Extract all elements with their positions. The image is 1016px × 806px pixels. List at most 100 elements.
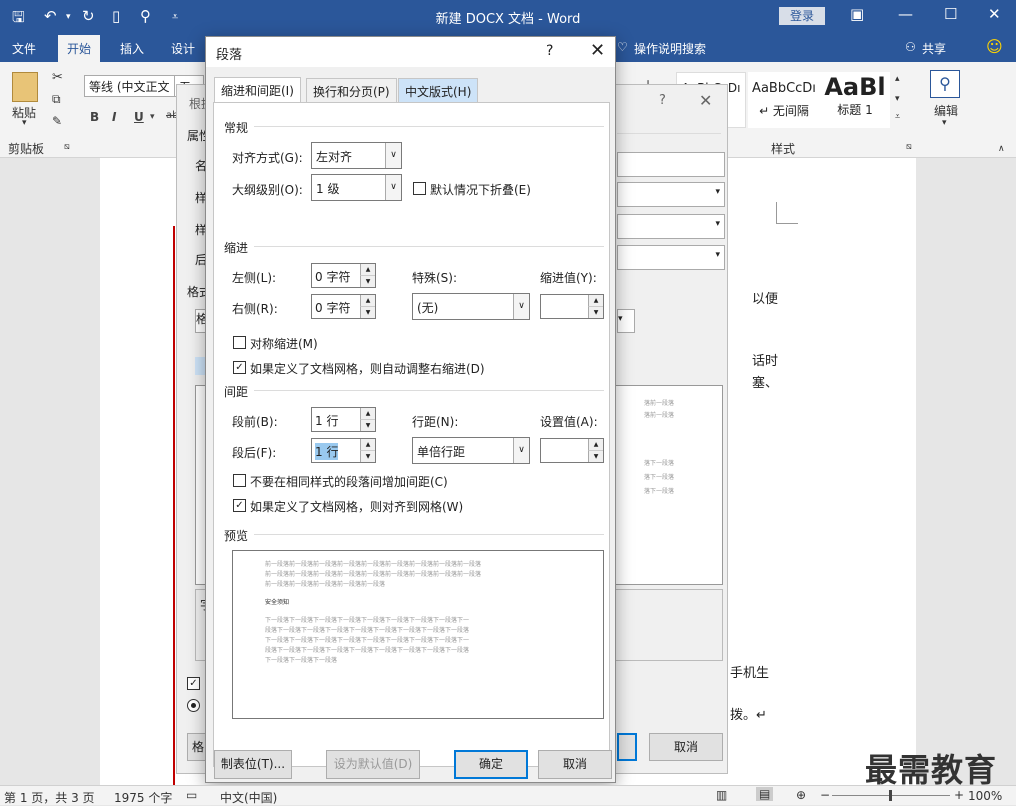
zoom-slider-thumb[interactable] (889, 790, 892, 801)
spin-down-icon[interactable]: ▼ (588, 306, 603, 318)
edit-dropdown-icon[interactable]: ▾ (942, 118, 947, 128)
ribbon-display-icon[interactable]: ▣ (850, 5, 864, 23)
print-layout-icon[interactable]: ▤ (756, 787, 774, 801)
maximize-icon[interactable]: ☐ (944, 5, 957, 23)
spin-down-icon[interactable]: ▼ (360, 275, 375, 287)
language[interactable]: 中文(中国) (220, 789, 277, 806)
tab-asian-typography[interactable]: 中文版式(H) (398, 78, 479, 102)
styles-scroll-up-icon[interactable]: ▴ (895, 74, 900, 84)
close-icon[interactable]: ✕ (988, 5, 1001, 23)
doc-text-line: 拨。↵ (730, 708, 767, 723)
ok-button[interactable]: 确定 (454, 750, 528, 779)
collapse-ribbon-icon[interactable]: ∧ (998, 144, 1005, 154)
tell-me-search[interactable]: 操作说明搜索 (634, 40, 706, 57)
help-icon[interactable]: ? (546, 43, 553, 59)
web-layout-icon[interactable]: ⊕ (796, 788, 806, 802)
italic-icon[interactable]: I (112, 110, 116, 124)
cancel-button[interactable]: 取消 (538, 750, 612, 779)
share-button[interactable]: 共享 (922, 40, 946, 57)
collapse-checkbox[interactable] (413, 182, 426, 195)
styles-scroll-down-icon[interactable]: ▾ (895, 94, 900, 104)
zoom-out-icon[interactable]: − (820, 788, 830, 802)
proofing-icon[interactable]: ▭ (186, 788, 197, 802)
cut-icon[interactable]: ✂ (52, 70, 63, 85)
indent-left-spinner[interactable]: 0 字符 ▲ ▼ (311, 263, 376, 288)
tab-insert[interactable]: 插入 (120, 40, 144, 57)
tab-indents-spacing[interactable]: 缩进和间距(I) (214, 77, 301, 103)
bg-type-select[interactable]: ▾ (617, 182, 725, 207)
spacing-at-label: 设置值(A): (540, 415, 598, 429)
outline-level-label: 大纲级别(O): (232, 183, 303, 197)
no-space-same-style-checkbox[interactable] (233, 474, 246, 487)
style-no-spacing[interactable]: AaBbCcDı ↵ 无间隔 (748, 72, 820, 128)
spin-down-icon[interactable]: ▼ (360, 450, 375, 462)
underline-icon[interactable]: U (134, 110, 144, 124)
bg-base-select[interactable]: ▾ (617, 214, 725, 239)
tab-line-page-breaks[interactable]: 换行和分页(P) (306, 78, 397, 102)
styles-more-icon[interactable]: ⩡ (895, 112, 900, 122)
find-icon[interactable]: ⚲ (930, 70, 960, 98)
bg-help-icon[interactable]: ? (659, 93, 666, 108)
bg-preview-line: 落下一段落 (644, 488, 675, 495)
style-heading-1[interactable]: AaBl 标题 1 (820, 72, 890, 128)
word-count[interactable]: 1975 个字 (114, 789, 172, 806)
smiley-icon[interactable]: ☺ (986, 37, 1003, 56)
minimize-icon[interactable]: — (898, 5, 913, 23)
space-after-label: 段后(F): (232, 446, 277, 460)
bg-font-size-select[interactable]: ▾ (617, 309, 635, 333)
revision-bar (173, 226, 175, 785)
copy-icon[interactable]: ⧉ (52, 92, 61, 107)
bg-ok-button[interactable] (617, 733, 637, 761)
spin-down-icon[interactable]: ▼ (588, 450, 603, 462)
tab-home[interactable]: 开始 (58, 35, 101, 62)
bg-close-icon[interactable]: ✕ (699, 91, 712, 110)
indent-by-spinner[interactable]: ▲ ▼ (540, 294, 604, 319)
special-select[interactable]: (无) ∨ (412, 293, 530, 320)
clipboard-launcher-icon[interactable]: ⧅ (64, 142, 70, 152)
page-count[interactable]: 第 1 页，共 3 页 (4, 789, 95, 806)
space-before-spinner[interactable]: 1 行 ▲ ▼ (311, 407, 376, 432)
dialog-close-icon[interactable]: ✕ (590, 40, 605, 61)
outline-level-select[interactable]: 1 级 ∨ (311, 174, 402, 201)
bg-name-field[interactable] (617, 152, 725, 177)
paste-dropdown-icon[interactable]: ▾ (22, 118, 27, 128)
line-spacing-select[interactable]: 单倍行距 ∨ (412, 437, 530, 464)
font-name-combo[interactable]: 等线 (中文正文 (84, 75, 176, 97)
bg-cancel-button[interactable]: 取消 (649, 733, 723, 761)
bg-radio[interactable] (187, 699, 200, 712)
special-label: 特殊(S): (412, 271, 458, 285)
title-bar: 🖫 ↶ ▾ ↻ ▯ ⚲ ⩡ 新建 DOCX 文档 - Word 登录 ▣ — ☐… (0, 0, 1016, 32)
spacing-at-spinner[interactable]: ▲ ▼ (540, 438, 604, 463)
share-icon[interactable]: ⚇ (905, 40, 916, 54)
spin-down-icon[interactable]: ▼ (360, 419, 375, 431)
login-button[interactable]: 登录 (779, 7, 825, 25)
indent-right-spinner[interactable]: 0 字符 ▲ ▼ (311, 294, 376, 319)
read-mode-icon[interactable]: ▥ (716, 788, 727, 802)
styles-launcher-icon[interactable]: ⧅ (906, 142, 912, 152)
doc-text-line: 手机生 (730, 666, 770, 681)
auto-adjust-label: 如果定义了文档网格，则自动调整右缩进(D) (250, 362, 485, 376)
mirror-indents-checkbox[interactable] (233, 336, 246, 349)
chevron-down-icon: ∨ (385, 143, 401, 168)
divider (254, 126, 604, 127)
tab-file[interactable]: 文件 (12, 40, 36, 57)
bold-icon[interactable]: B (90, 110, 99, 124)
spin-down-icon[interactable]: ▼ (360, 306, 375, 318)
dialog-title: 段落 (216, 48, 243, 63)
alignment-select[interactable]: 左对齐 ∨ (311, 142, 402, 169)
underline-dropdown-icon[interactable]: ▾ (150, 112, 155, 122)
section-indentation: 缩进 (224, 241, 249, 255)
tabs-button[interactable]: 制表位(T)... (214, 750, 292, 779)
tab-design[interactable]: 设计 (171, 40, 195, 57)
zoom-level[interactable]: 100% (968, 789, 1002, 803)
paste-icon[interactable] (12, 72, 38, 102)
indent-left-label: 左侧(L): (232, 271, 277, 285)
bg-next-select[interactable]: ▾ (617, 245, 725, 270)
edit-button[interactable]: 编辑 (934, 102, 958, 119)
snap-to-grid-checkbox[interactable]: ✓ (233, 499, 246, 512)
auto-adjust-checkbox[interactable]: ✓ (233, 361, 246, 374)
space-after-spinner[interactable]: 1 行 ▲ ▼ (311, 438, 376, 463)
set-default-button[interactable]: 设为默认值(D) (326, 750, 420, 779)
bg-add-gallery-checkbox[interactable]: ✓ (187, 677, 200, 690)
format-painter-icon[interactable]: ✎ (52, 114, 62, 128)
